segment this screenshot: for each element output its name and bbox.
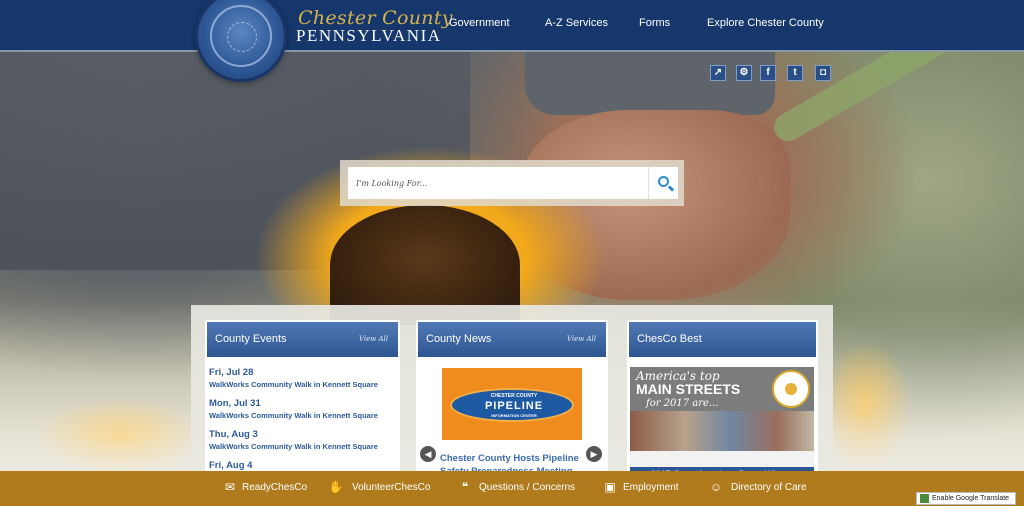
hand-icon: ✋ <box>328 480 344 494</box>
card-title: County News <box>426 333 492 345</box>
street-photos <box>630 411 814 451</box>
people-icon: ☺ <box>709 480 723 494</box>
pipeline-logo: CHESTER COUNTY PIPELINE INFORMATION CENT… <box>450 388 574 422</box>
translate-label: Enable Google Translate <box>932 495 1010 502</box>
main-streets-banner: America's top MAIN STREETS for 2017 are.… <box>630 367 814 411</box>
quick-link-questions-concerns[interactable]: Questions / Concerns <box>479 482 575 493</box>
sponsor-strip <box>630 451 814 467</box>
carousel-prev-icon[interactable]: ◀ <box>420 446 436 462</box>
search-input[interactable] <box>348 167 648 199</box>
instagram-icon[interactable]: ◘ <box>815 65 831 81</box>
content-panel: County Events View All Fri, Jul 28 WalkW… <box>191 305 833 480</box>
search-icon <box>658 176 669 187</box>
card-header: County Events View All <box>207 322 398 357</box>
quick-link-employment[interactable]: Employment <box>623 482 679 493</box>
megaphone-icon: ✉ <box>224 480 236 494</box>
quick-link-readychesco[interactable]: ReadyChesCo <box>242 482 307 493</box>
briefcase-icon: ▣ <box>604 480 616 494</box>
card-county-events: County Events View All Fri, Jul 28 WalkW… <box>205 320 400 480</box>
nav-government[interactable]: Government <box>449 17 510 29</box>
event-title[interactable]: WalkWorks Community Walk in Kennett Squa… <box>209 411 378 420</box>
card-header: County News View All <box>418 322 606 357</box>
translate-icon <box>920 494 929 503</box>
logo-state[interactable]: PENNSYLVANIA <box>296 26 442 46</box>
chat-icon: ❝ <box>461 480 469 494</box>
quick-link-volunteerchesco[interactable]: VolunteerChesCo <box>352 482 430 493</box>
nav-explore-chester-county[interactable]: Explore Chester County <box>707 17 824 29</box>
facebook-icon[interactable]: f <box>760 65 776 81</box>
banner-line2: MAIN STREETS <box>636 381 741 397</box>
twitter-icon[interactable]: t <box>787 65 803 81</box>
card-title: County Events <box>215 333 287 345</box>
pipeline-line2: PIPELINE <box>484 400 544 412</box>
search-icon-handle <box>667 185 675 192</box>
quick-links-bar: ✉ ReadyChesCo ✋ VolunteerChesCo ❝ Questi… <box>0 471 1024 506</box>
news-view-all-link[interactable]: View All <box>567 335 596 343</box>
search-box <box>340 160 684 206</box>
events-view-all-link[interactable]: View All <box>359 335 388 343</box>
site-header: Chester County PENNSYLVANIA Government A… <box>0 0 1024 52</box>
card-title: ChesCo Best <box>637 333 702 345</box>
card-header: ChesCo Best <box>629 322 816 357</box>
gear-icon[interactable]: ⚙ <box>736 65 752 81</box>
event-date[interactable]: Thu, Aug 3 <box>209 429 258 440</box>
banner-line3: for 2017 are... <box>646 398 719 409</box>
quick-link-directory-of-care[interactable]: Directory of Care <box>731 482 807 493</box>
pipeline-line1: CHESTER COUNTY <box>490 393 538 399</box>
great-american-main-street-badge <box>772 370 810 408</box>
event-title[interactable]: WalkWorks Community Walk in Kennett Squa… <box>209 380 378 389</box>
event-title[interactable]: WalkWorks Community Walk in Kennett Squa… <box>209 442 378 451</box>
event-date[interactable]: Mon, Jul 31 <box>209 398 261 409</box>
card-chesco-best: ChesCo Best America's top MAIN STREETS f… <box>627 320 818 480</box>
card-county-news: County News View All CHESTER COUNTY PIPE… <box>416 320 608 480</box>
share-icon[interactable]: ↗ <box>710 65 726 81</box>
seal-ring <box>210 5 272 67</box>
event-date[interactable]: Fri, Jul 28 <box>209 367 253 378</box>
pipeline-news-image[interactable]: CHESTER COUNTY PIPELINE INFORMATION CENT… <box>442 368 582 440</box>
search-button[interactable] <box>648 167 678 199</box>
hero-cuff <box>525 50 775 115</box>
event-date[interactable]: Fri, Aug 4 <box>209 460 252 471</box>
nav-forms[interactable]: Forms <box>639 17 670 29</box>
nav-a-z-services[interactable]: A-Z Services <box>545 17 608 29</box>
google-translate-button[interactable]: Enable Google Translate <box>916 492 1016 505</box>
pipeline-line3: INFORMATION CENTER <box>491 413 537 418</box>
main-streets-image[interactable]: America's top MAIN STREETS for 2017 are.… <box>630 367 814 480</box>
